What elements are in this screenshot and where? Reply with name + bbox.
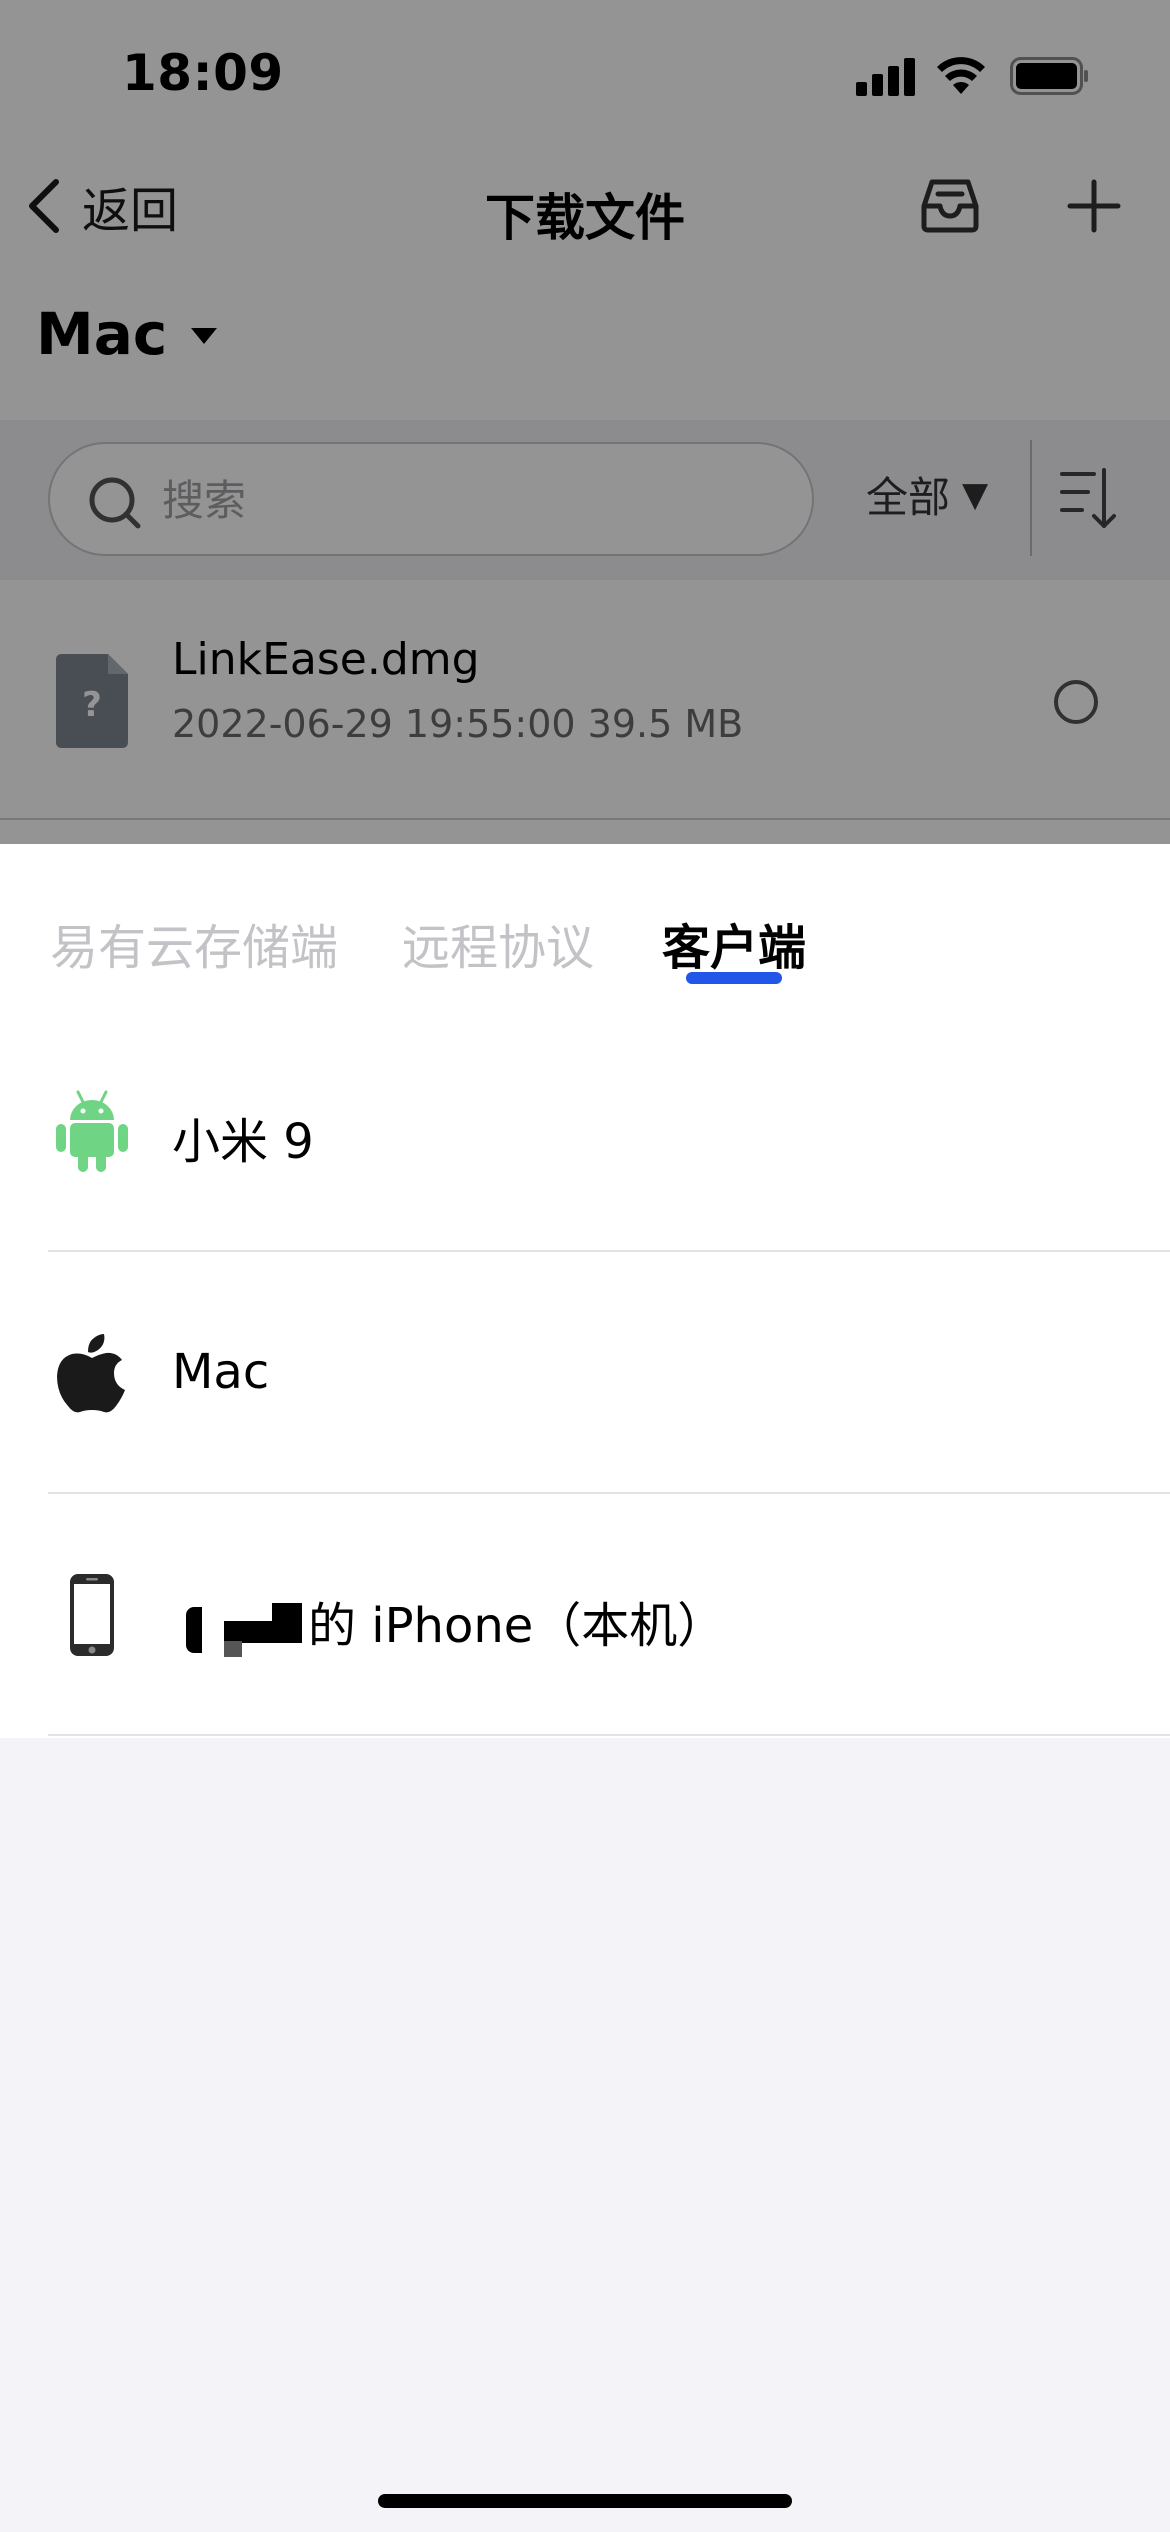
device-picker-sheet: 易有云存储端 远程协议 客户端 小米 9 Mac 的 iPhone（本机） (0, 844, 1170, 2532)
dim-overlay[interactable] (0, 0, 1170, 844)
tab-bar: 易有云存储端 远程协议 客户端 (0, 844, 1170, 1014)
background-page: 18:09 返回 下载文件 Mac 搜索 全部 ▼ ? LinkEase.dmg… (0, 0, 1170, 844)
tab-active-indicator (686, 972, 782, 984)
tab-remote-protocol[interactable]: 远程协议 (402, 908, 594, 978)
device-label: 小米 9 (172, 1114, 314, 1170)
redaction-mark (172, 1601, 304, 1657)
android-icon (56, 1090, 128, 1172)
home-indicator[interactable] (378, 2494, 792, 2508)
sheet-content: 易有云存储端 远程协议 客户端 小米 9 Mac 的 iPhone（本机） (0, 844, 1170, 1738)
tab-cloud-storage[interactable]: 易有云存储端 (50, 908, 338, 978)
device-item-xiaomi[interactable]: 小米 9 (0, 1010, 1170, 1252)
device-item-mac[interactable]: Mac (0, 1252, 1170, 1494)
device-label: 的 iPhone（本机） (172, 1586, 725, 1657)
tab-client[interactable]: 客户端 (662, 908, 806, 978)
apple-icon (57, 1334, 125, 1413)
device-label: Mac (172, 1344, 270, 1400)
device-label-text: 的 iPhone（本机） (308, 1598, 726, 1654)
device-item-iphone[interactable]: 的 iPhone（本机） (0, 1494, 1170, 1736)
row-divider (48, 1734, 1170, 1736)
iphone-icon (70, 1574, 114, 1656)
